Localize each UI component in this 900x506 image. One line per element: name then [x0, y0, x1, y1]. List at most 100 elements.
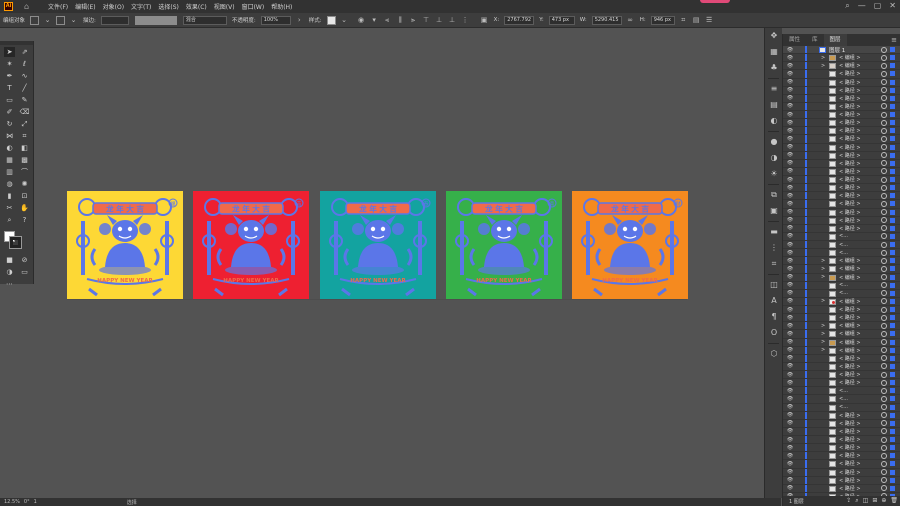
layer-row[interactable]: 👁 < 路径 > — [783, 354, 900, 363]
layer-name[interactable]: < 路径 > — [839, 209, 861, 216]
shaper-tool-icon[interactable]: ✐ — [4, 107, 15, 117]
selection-indicator[interactable] — [890, 201, 895, 207]
layer-row[interactable]: 👁 < 路径 > — [783, 119, 900, 128]
selection-indicator[interactable] — [890, 290, 895, 296]
selection-indicator[interactable] — [890, 477, 895, 483]
align-icon[interactable]: ⋮ — [765, 240, 783, 256]
visibility-eye-icon[interactable]: 👁 — [786, 445, 794, 451]
layer-row[interactable]: 👁 > < 编组 > — [783, 297, 900, 306]
visibility-eye-icon[interactable]: 👁 — [786, 355, 794, 361]
selection-indicator[interactable] — [890, 428, 895, 434]
comments-icon[interactable]: ▬ — [765, 224, 783, 240]
lasso-icon[interactable]: ℓ — [19, 59, 30, 69]
layer-name[interactable]: < 编组 > — [839, 298, 861, 305]
selection-tool-icon[interactable]: ➤ — [4, 47, 15, 57]
layer-name[interactable]: < 路径 > — [839, 436, 861, 443]
target-circle-icon[interactable] — [881, 119, 887, 126]
layer-name[interactable]: <... — [839, 388, 848, 394]
tab-layers[interactable]: 图层 — [823, 34, 847, 46]
fill-stroke-widget[interactable] — [0, 231, 33, 253]
arrange-icon[interactable]: ▤ — [692, 16, 701, 25]
visibility-eye-icon[interactable]: 👁 — [786, 225, 794, 231]
perspective-grid-icon[interactable]: ▦ — [4, 155, 15, 165]
selection-indicator[interactable] — [890, 445, 895, 451]
layer-row[interactable]: 👁 > < 编组 > — [783, 257, 900, 266]
stroke-swatch[interactable] — [56, 15, 66, 25]
panel-menu-icon[interactable]: ≡ — [891, 34, 900, 46]
layer-name[interactable]: < 路径 > — [839, 103, 861, 110]
target-circle-icon[interactable] — [881, 298, 887, 305]
rotation-value[interactable]: 0° — [24, 499, 30, 505]
visibility-eye-icon[interactable]: 👁 — [786, 347, 794, 353]
selection-indicator[interactable] — [890, 404, 895, 410]
layer-name[interactable]: < 路径 > — [839, 70, 861, 77]
visibility-eye-icon[interactable]: 👁 — [786, 201, 794, 207]
visibility-eye-icon[interactable]: 👁 — [786, 47, 794, 53]
artboard-tool-icon[interactable]: ⊡ — [19, 191, 30, 201]
layer-row-top[interactable]: 👁∨图层 1 — [783, 46, 900, 55]
visibility-eye-icon[interactable]: 👁 — [786, 396, 794, 402]
selection-indicator[interactable] — [890, 160, 895, 166]
layer-row[interactable]: 👁 < 路径 > — [783, 127, 900, 136]
selection-indicator[interactable] — [890, 250, 895, 256]
selection-indicator[interactable] — [890, 331, 895, 337]
target-circle-icon[interactable] — [881, 144, 887, 151]
selection-indicator[interactable] — [890, 396, 895, 402]
transparency-icon[interactable]: ◐ — [765, 113, 783, 129]
layer-row[interactable]: 👁 < 路径 > — [783, 419, 900, 428]
search-icon[interactable]: ⌕ — [855, 497, 858, 505]
appearance-icon[interactable]: ● — [765, 134, 783, 150]
selection-indicator[interactable] — [890, 242, 895, 248]
selection-indicator[interactable] — [890, 193, 895, 199]
eyedropper-icon[interactable]: ⌒ — [19, 167, 30, 177]
visibility-eye-icon[interactable]: 👁 — [786, 144, 794, 150]
target-circle-icon[interactable] — [881, 95, 887, 102]
layer-row[interactable]: 👁 > < 编组 > — [783, 273, 900, 282]
clip-mask-icon[interactable]: ◫ — [863, 497, 869, 505]
layer-row[interactable]: 👁 > < 编组 > — [783, 338, 900, 347]
layer-name[interactable]: < 路径 > — [839, 355, 861, 362]
selection-indicator[interactable] — [890, 87, 895, 93]
visibility-eye-icon[interactable]: 👁 — [786, 209, 794, 215]
artboard-5[interactable]: 龙 年 大 吉 财 HAPPY NEW YEAR — [572, 191, 688, 299]
visibility-eye-icon[interactable]: 👁 — [786, 193, 794, 199]
notification-tab[interactable] — [700, 0, 730, 3]
layer-row[interactable]: 👁 < 路径 > — [783, 111, 900, 120]
selection-indicator[interactable] — [890, 469, 895, 475]
layer-name[interactable]: <... — [839, 404, 848, 410]
transform-icon[interactable]: ⌗ — [679, 16, 688, 25]
distribute-icon[interactable]: ⋮ — [461, 16, 470, 25]
layer-name[interactable]: < 路径 > — [839, 314, 861, 321]
layer-name[interactable]: < 编组 > — [839, 330, 861, 337]
layer-name[interactable]: < 路径 > — [839, 420, 861, 427]
gradient-icon[interactable]: ▤ — [765, 97, 783, 113]
layer-row[interactable]: 👁 < 路径 > — [783, 135, 900, 144]
layer-name[interactable]: <... — [839, 250, 848, 256]
layer-name[interactable]: < 路径 > — [839, 168, 861, 175]
visibility-eye-icon[interactable]: 👁 — [786, 168, 794, 174]
free-transform-icon[interactable]: ⌗ — [19, 131, 30, 141]
layer-name[interactable]: < 路径 > — [839, 135, 861, 142]
stroke-weight-field[interactable] — [100, 15, 129, 25]
opentype-icon[interactable]: O — [765, 325, 783, 341]
layer-row[interactable]: 👁 < 路径 > — [783, 371, 900, 380]
gradient-tool-icon[interactable]: ▥ — [4, 167, 15, 177]
target-circle-icon[interactable] — [881, 306, 887, 313]
layer-name[interactable]: < 路径 > — [839, 379, 861, 386]
layer-name[interactable]: < 路径 > — [839, 412, 861, 419]
visibility-eye-icon[interactable]: 👁 — [786, 282, 794, 288]
layer-row[interactable]: 👁 < 路径 > — [783, 379, 900, 388]
align-middle-icon[interactable]: ⊥ — [435, 16, 444, 25]
layer-row[interactable]: 👁 < 路径 > — [783, 436, 900, 445]
stroke-color[interactable] — [9, 236, 22, 249]
visibility-eye-icon[interactable]: 👁 — [786, 331, 794, 337]
expand-toggle-icon[interactable]: > — [821, 298, 825, 304]
live-paint-icon[interactable]: ◧ — [19, 143, 30, 153]
layer-name[interactable]: <... — [839, 233, 848, 239]
visibility-eye-icon[interactable]: 👁 — [786, 112, 794, 118]
layer-name[interactable]: <... — [839, 242, 848, 248]
artboard-3[interactable]: 龙 年 大 吉 春 HAPPY NEW YEAR — [320, 191, 436, 299]
target-circle-icon[interactable] — [881, 152, 887, 159]
export-icon[interactable]: ⇪ — [846, 497, 851, 505]
selection-indicator[interactable] — [890, 128, 895, 134]
